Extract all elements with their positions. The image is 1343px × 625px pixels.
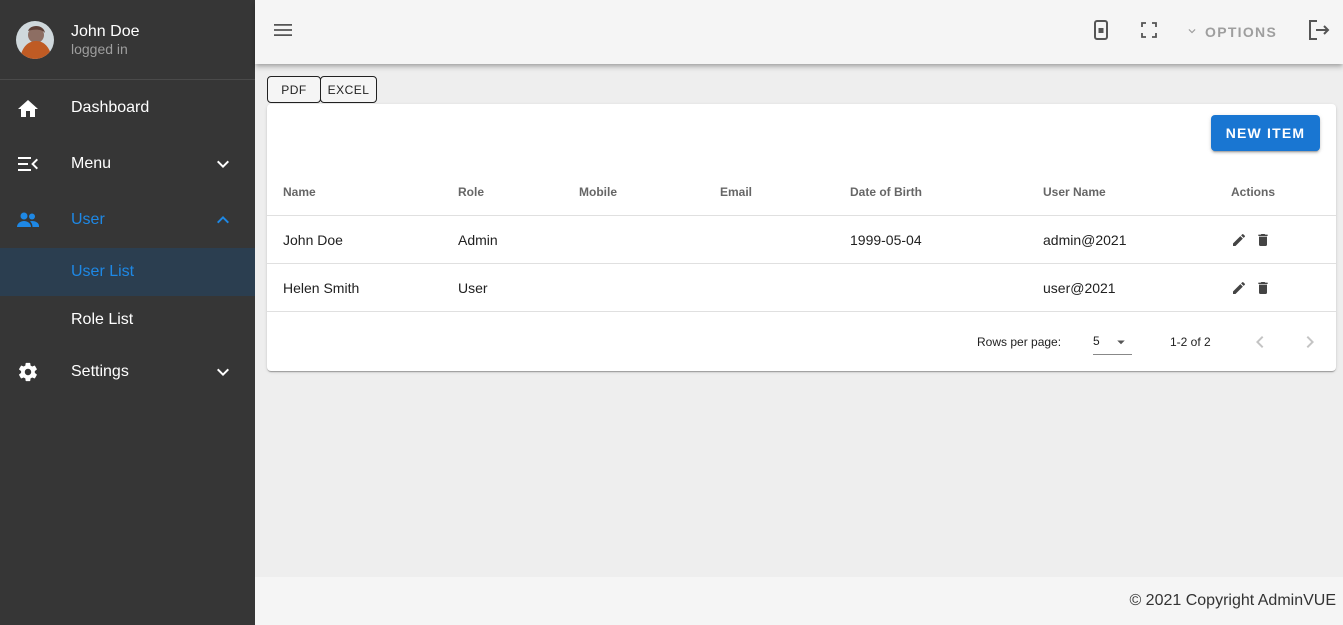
table-header: Name Role Mobile Email Date of Birth Use…	[267, 168, 1336, 216]
column-header-name[interactable]: Name	[283, 185, 316, 199]
pencil-icon	[1231, 281, 1247, 300]
table-pagination: Rows per page: 5 1-2 of 2	[267, 313, 1336, 371]
delete-button[interactable]	[1255, 280, 1271, 296]
sidebar-subitem-user-list[interactable]: User List	[0, 248, 255, 296]
cell-username: user@2021	[1043, 280, 1116, 296]
sidebar-subitem-role-list[interactable]: Role List	[0, 296, 255, 344]
copyright-text: © 2021 Copyright AdminVUE	[1129, 592, 1336, 609]
previous-page-button[interactable]	[1248, 330, 1272, 354]
cell-role: Admin	[458, 232, 498, 248]
column-header-username[interactable]: User Name	[1043, 185, 1106, 199]
sidebar-item-user[interactable]: User	[0, 192, 255, 248]
profile: John Doe logged in	[0, 0, 255, 80]
pencil-icon	[1231, 233, 1247, 252]
edit-button[interactable]	[1231, 232, 1247, 248]
chevron-right-icon	[1298, 336, 1322, 358]
sidebar-item-label: Settings	[71, 363, 129, 380]
trash-icon	[1255, 282, 1271, 300]
sidebar-item-settings[interactable]: Settings	[0, 344, 255, 400]
delete-button[interactable]	[1255, 232, 1271, 248]
cell-name: Helen Smith	[283, 280, 360, 296]
pagination-range: 1-2 of 2	[1170, 335, 1211, 349]
gear-icon	[16, 360, 40, 384]
rows-per-page-label: Rows per page:	[977, 335, 1062, 349]
options-menu-button[interactable]: OPTIONS	[1185, 20, 1277, 44]
fullscreen-icon	[1141, 21, 1157, 43]
chevron-up-icon	[211, 208, 235, 232]
mobile-view-button[interactable]	[1089, 19, 1113, 45]
user-table-card: NEW ITEM Name Role Mobile Email Date of …	[267, 104, 1336, 371]
menu-open-icon	[16, 152, 40, 176]
column-header-mobile[interactable]: Mobile	[579, 185, 617, 199]
sidebar-item-menu[interactable]: Menu	[0, 136, 255, 192]
sidebar-item-dashboard[interactable]: Dashboard	[0, 80, 255, 136]
column-header-dob[interactable]: Date of Birth	[850, 185, 922, 199]
sidebar-item-label: Menu	[71, 155, 112, 172]
chevron-down-icon	[211, 152, 235, 176]
app-footer: © 2021 Copyright AdminVUE	[255, 577, 1343, 625]
logout-button[interactable]	[1307, 19, 1331, 45]
top-app-bar: OPTIONS	[255, 0, 1343, 64]
column-header-role[interactable]: Role	[458, 185, 484, 199]
column-header-email[interactable]: Email	[720, 185, 752, 199]
home-icon	[16, 96, 40, 120]
column-header-actions: Actions	[1231, 185, 1276, 199]
export-pdf-button[interactable]: PDF	[267, 76, 321, 103]
rows-per-page-select[interactable]: 5	[1093, 329, 1132, 355]
new-item-button[interactable]: NEW ITEM	[1211, 115, 1320, 151]
table-row: Helen Smith User user@2021	[267, 264, 1336, 312]
account-group-icon	[16, 208, 40, 232]
profile-name: John Doe	[71, 22, 140, 40]
profile-status: logged in	[71, 40, 128, 57]
export-excel-button[interactable]: EXCEL	[320, 76, 377, 103]
menu-down-icon	[1117, 340, 1125, 345]
cell-name: John Doe	[283, 232, 343, 248]
options-label: OPTIONS	[1205, 24, 1278, 40]
sidebar: John Doe logged in Dashboard Menu User U…	[0, 0, 255, 625]
hamburger-menu-button[interactable]	[271, 20, 295, 44]
fullscreen-button[interactable]	[1137, 20, 1161, 44]
next-page-button[interactable]	[1298, 330, 1322, 354]
avatar[interactable]	[16, 20, 54, 59]
cell-role: User	[458, 280, 488, 296]
hamburger-icon	[273, 23, 293, 42]
chevron-down-icon	[211, 360, 235, 384]
chevron-down-icon	[1185, 24, 1199, 41]
sidebar-item-label: User	[71, 211, 105, 228]
rows-per-page-value: 5	[1093, 334, 1100, 348]
logout-icon	[1308, 19, 1330, 45]
cellphone-icon	[1094, 19, 1108, 45]
cell-dob: 1999-05-04	[850, 232, 922, 248]
cell-username: admin@2021	[1043, 232, 1127, 248]
chevron-left-icon	[1248, 336, 1272, 358]
edit-button[interactable]	[1231, 280, 1247, 296]
trash-icon	[1255, 234, 1271, 252]
table-row: John Doe Admin 1999-05-04 admin@2021	[267, 216, 1336, 264]
sidebar-item-label: Dashboard	[71, 99, 150, 116]
